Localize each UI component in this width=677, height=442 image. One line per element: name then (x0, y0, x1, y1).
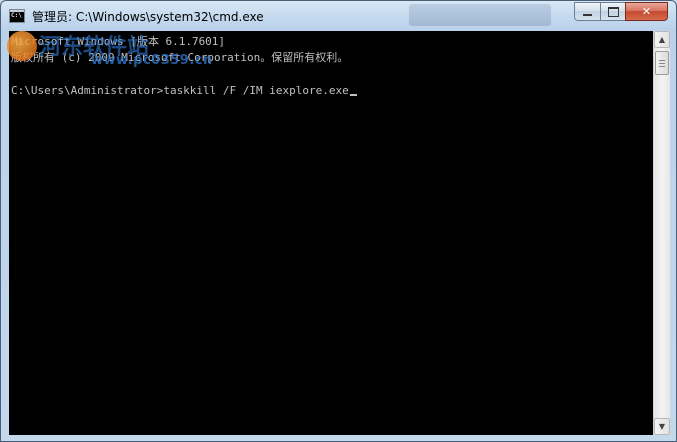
console-line-command[interactable]: C:\Users\Administrator>taskkill /F /IM i… (11, 84, 357, 98)
thumb-grip-line (659, 60, 665, 61)
thumb-grip-line (659, 63, 665, 64)
scroll-down-icon: ▼ (658, 422, 666, 431)
scroll-up-button[interactable]: ▲ (654, 31, 670, 48)
minimize-icon (583, 14, 592, 16)
window-title: 管理员: C:\Windows\system32\cmd.exe (32, 10, 264, 24)
vertical-scrollbar[interactable]: ▲ ▼ (653, 31, 670, 435)
text-cursor (349, 94, 357, 96)
minimize-button[interactable] (574, 2, 600, 21)
blurred-background-element (409, 4, 551, 26)
command-prompt-text: C:\Users\Administrator>taskkill /F /IM i… (11, 84, 349, 97)
scroll-down-button[interactable]: ▼ (654, 418, 670, 435)
close-icon: ✕ (641, 5, 652, 18)
window-controls: ✕ (574, 2, 668, 21)
console-output[interactable]: Microsoft Windows [版本 6.1.7601] 版权所有 (c)… (9, 31, 653, 435)
title-bar[interactable]: C:\ 管理员: C:\Windows\system32\cmd.exe ✕ (1, 1, 676, 31)
scroll-up-icon: ▲ (658, 35, 666, 44)
maximize-icon (607, 6, 619, 17)
console-line-copyright: 版权所有 (c) 2009 Microsoft Corporation。保留所有… (11, 51, 349, 64)
maximize-button[interactable] (600, 2, 625, 21)
close-button[interactable]: ✕ (625, 2, 668, 21)
cmd-icon[interactable]: C:\ (9, 9, 25, 23)
console-line-version: Microsoft Windows [版本 6.1.7601] (11, 35, 226, 48)
thumb-grip-line (659, 66, 665, 67)
cmd-window: C:\ 管理员: C:\Windows\system32\cmd.exe ✕ M… (0, 0, 677, 442)
scroll-thumb[interactable] (655, 51, 669, 75)
